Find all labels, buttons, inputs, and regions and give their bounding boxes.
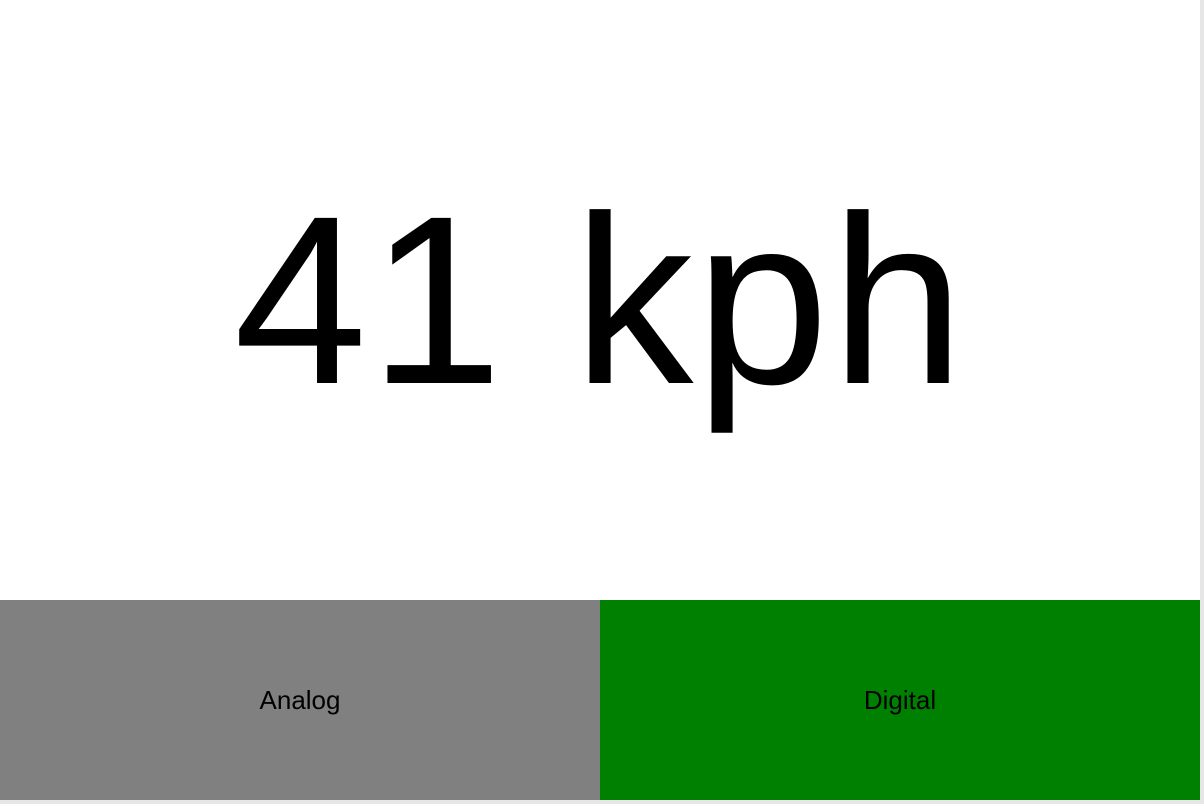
speed-readout: 41 kph — [233, 166, 967, 434]
digital-mode-button[interactable]: Digital — [600, 600, 1200, 800]
analog-mode-button[interactable]: Analog — [0, 600, 600, 800]
analog-mode-label: Analog — [259, 684, 341, 715]
window-frame: 41 kph Analog Digital — [0, 0, 1204, 804]
mode-selector: Analog Digital — [0, 600, 1200, 800]
speed-display: 41 kph — [0, 0, 1200, 600]
digital-mode-label: Digital — [863, 684, 937, 715]
speedometer-app: 41 kph Analog Digital — [0, 0, 1200, 800]
